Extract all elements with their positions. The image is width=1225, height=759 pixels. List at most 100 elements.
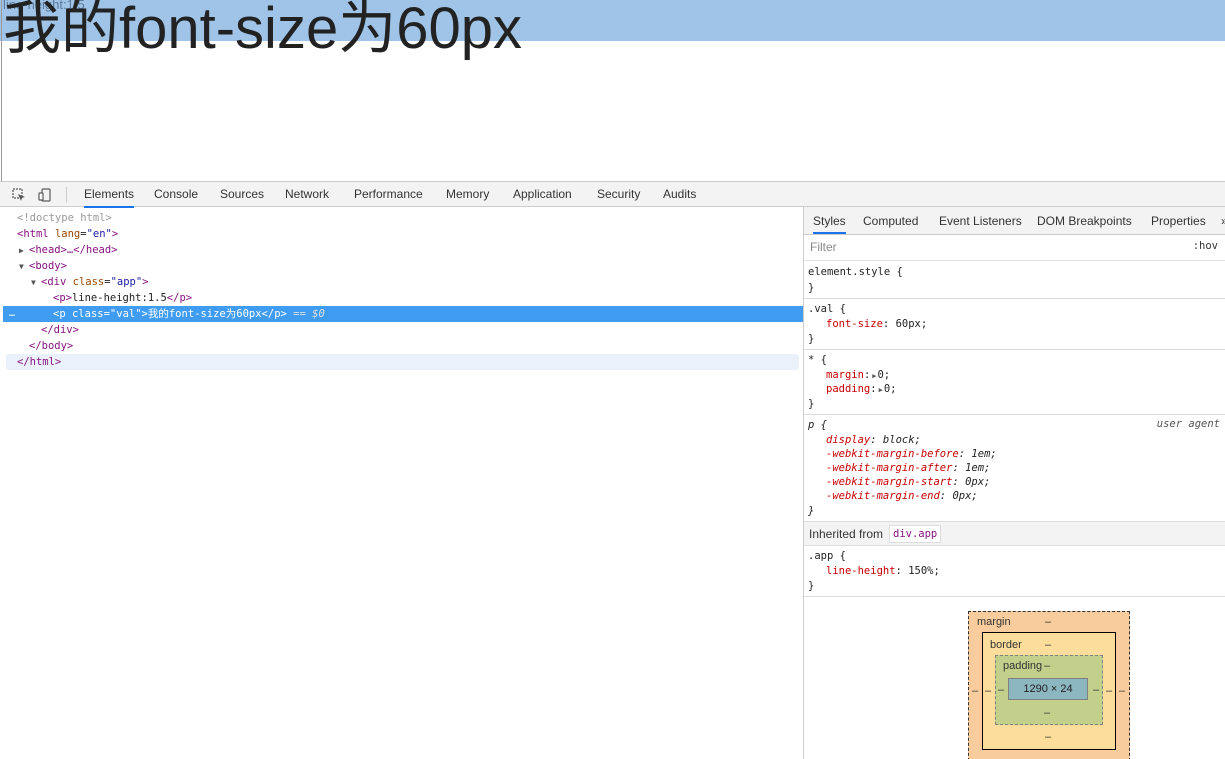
preview-big-text: 我的font-size为60px [3, 0, 522, 61]
more-dots-icon[interactable]: … [9, 306, 15, 322]
div-tag: div [47, 276, 67, 288]
margin-right-value[interactable]: – [1119, 685, 1125, 697]
property-value: 0px; [965, 476, 991, 488]
rule-p-user-agent: p { user agent display: block; -webkit-m… [804, 415, 1225, 522]
p2-class-value: "val" [109, 308, 142, 320]
rule-selector[interactable]: element.style { [808, 265, 903, 279]
rule-close: } [808, 580, 815, 592]
border-left-value[interactable]: – [985, 685, 991, 697]
property-value: 0px; [952, 490, 978, 502]
tab-properties[interactable]: Properties [1151, 207, 1206, 234]
dom-node-html[interactable]: <html lang="en"> [0, 226, 800, 242]
tab-sources[interactable]: Sources [220, 182, 264, 207]
tab-dom-breakpoints[interactable]: DOM Breakpoints [1037, 207, 1132, 234]
collapse-triangle-icon[interactable]: ▼ [19, 259, 29, 275]
rule-close: } [808, 505, 815, 517]
tab-event-listeners[interactable]: Event Listeners [939, 207, 1022, 234]
inherited-from-link[interactable]: div.app [889, 525, 942, 543]
devtools-toolbar: Elements Console Sources Network Perform… [0, 181, 1225, 208]
box-model-padding[interactable]: padding – – – – 1290 × 24 [995, 655, 1103, 725]
div-class-attr: class [72, 276, 105, 288]
property-value: 1em; [971, 448, 997, 460]
more-tabs-icon[interactable]: » [1221, 207, 1225, 234]
toolbar-separator [66, 187, 67, 203]
dom-node-body-close[interactable]: </body> [0, 338, 800, 354]
tab-styles[interactable]: Styles [813, 207, 846, 234]
rule-selector[interactable]: * { [808, 353, 827, 367]
box-model-content-size[interactable]: 1290 × 24 [1008, 678, 1088, 700]
expand-triangle-icon[interactable]: ▶ [19, 243, 29, 259]
margin-top-value[interactable]: – [1045, 616, 1051, 628]
rule-close: } [808, 333, 815, 345]
property-name[interactable]: padding [826, 383, 870, 395]
property-name: -webkit-margin-start [826, 476, 953, 488]
property-value[interactable]: 0; [877, 369, 890, 381]
hov-toggle[interactable]: :hov [1193, 240, 1218, 252]
tab-application[interactable]: Application [513, 182, 572, 207]
devtools-panel: Elements Console Sources Network Perform… [0, 181, 1225, 759]
property-name: -webkit-margin-after [826, 462, 953, 474]
console-ref: == $0 [293, 308, 325, 320]
property-value[interactable]: 60px; [896, 318, 928, 330]
rule-val: .val { font-size: 60px; } [804, 299, 1225, 350]
inspect-element-icon[interactable] [12, 187, 26, 201]
expand-triangle-icon[interactable]: ▶ [872, 372, 876, 380]
property-value[interactable]: 150%; [908, 565, 940, 577]
border-top-value[interactable]: – [1045, 639, 1051, 651]
padding-right-value[interactable]: – [1093, 684, 1099, 696]
expand-triangle-icon[interactable]: ▶ [879, 386, 883, 394]
padding-left-value[interactable]: – [998, 684, 1004, 696]
rule-universal: * { margin: ▶0; padding: ▶0; } [804, 350, 1225, 415]
property-value: block; [882, 434, 921, 446]
tab-computed[interactable]: Computed [863, 207, 918, 234]
margin-label: margin [977, 616, 1011, 628]
tab-security[interactable]: Security [597, 182, 640, 207]
dom-node-head[interactable]: ▶ <head>…</head> [0, 242, 800, 258]
tab-performance[interactable]: Performance [354, 182, 423, 207]
body-close-tag: </body> [29, 340, 74, 352]
box-model-border[interactable]: border – – – – padding – – – – 1290 × 24 [982, 632, 1116, 750]
html-lang-value: "en" [86, 228, 112, 240]
doctype-text: <!doctype html> [17, 212, 112, 224]
dom-node-doctype[interactable]: <!doctype html> [0, 210, 800, 226]
property-value[interactable]: 0; [884, 383, 897, 395]
tab-audits[interactable]: Audits [663, 182, 696, 207]
tab-console[interactable]: Console [154, 182, 198, 207]
padding-top-value[interactable]: – [1044, 660, 1050, 672]
dom-node-div-close[interactable]: </div> [0, 322, 800, 338]
margin-left-value[interactable]: – [972, 685, 978, 697]
dom-node-html-close[interactable]: </html> [6, 354, 799, 370]
div-close-tag: </div> [41, 324, 79, 336]
dom-node-p-line-height[interactable]: <p>line-height:1.5</p> [0, 290, 800, 306]
rule-element-style: element.style { } [804, 262, 1225, 299]
user-agent-label: user agent [1156, 418, 1220, 430]
rule-selector[interactable]: .app { [808, 549, 846, 563]
box-model-margin[interactable]: margin – – – border – – – – padding – – … [968, 611, 1130, 759]
property-name[interactable]: line-height [826, 565, 896, 577]
property-name: display [826, 434, 871, 446]
device-toolbar-icon[interactable] [38, 187, 52, 202]
tab-memory[interactable]: Memory [446, 182, 489, 207]
dom-node-body[interactable]: ▼ <body> [0, 258, 800, 274]
filter-row: :hov [804, 235, 1225, 261]
padding-bottom-value[interactable]: – [1044, 707, 1050, 719]
preview-edge [1, 0, 2, 181]
inherited-header: Inherited from div.app [804, 522, 1225, 546]
property-name: -webkit-margin-before [826, 448, 959, 460]
collapse-triangle-icon[interactable]: ▼ [31, 275, 41, 291]
rule-close: } [808, 398, 815, 410]
border-right-value[interactable]: – [1106, 685, 1112, 697]
rule-selector[interactable]: .val { [808, 302, 846, 316]
dom-node-div-app[interactable]: ▼ <div class="app"> [0, 274, 800, 290]
tab-network[interactable]: Network [285, 182, 329, 207]
dom-node-p-val-selected[interactable]: … <p class="val">我的font-size为60px</p> ==… [3, 306, 803, 322]
tab-elements[interactable]: Elements [84, 182, 135, 208]
padding-label: padding [1003, 660, 1043, 672]
border-bottom-value[interactable]: – [1045, 731, 1051, 743]
div-class-value: "app" [110, 276, 143, 288]
property-name[interactable]: font-size [826, 318, 883, 330]
property-name[interactable]: margin [826, 369, 864, 381]
filter-input[interactable] [807, 238, 1189, 256]
body-open-tag: <body> [29, 260, 67, 272]
box-model: margin – – – border – – – – padding – – … [968, 611, 1130, 759]
